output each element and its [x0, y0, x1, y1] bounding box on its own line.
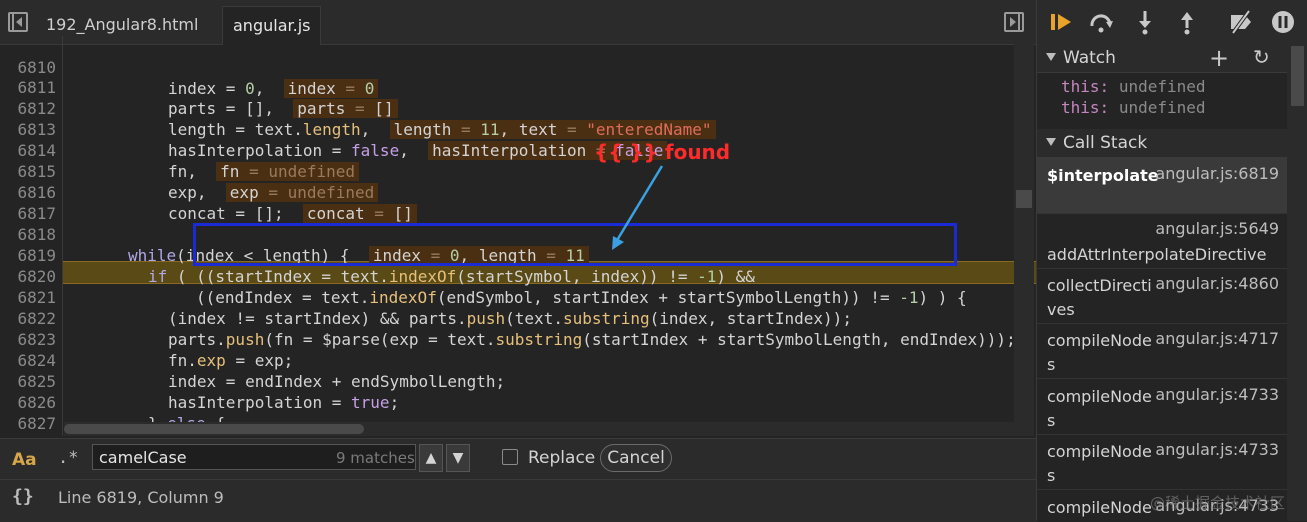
code-line: 6811 parts = [], parts = []	[0, 56, 1036, 118]
code-line: 6823 fn.exp = exp;	[17, 330, 294, 370]
collapse-triangle-icon	[1046, 53, 1056, 61]
call-stack-section-header[interactable]: Call Stack	[1037, 129, 1307, 158]
chevron-up-icon: ▲	[425, 450, 437, 466]
horizontal-scrollbar[interactable]	[64, 422, 1014, 436]
code-line: 6817	[17, 204, 56, 223]
toggle-navigator-icon[interactable]	[8, 12, 28, 32]
cancel-button[interactable]: Cancel	[600, 444, 672, 472]
watermark: @稀土掘金技术社区	[1150, 494, 1286, 512]
call-frame[interactable]: collectDirectives angular.js:4860	[1037, 268, 1287, 324]
match-case-toggle[interactable]: Aa	[12, 450, 37, 470]
code-line: 6822 parts.push(fn = $parse(exp = text.s…	[17, 309, 1016, 349]
scrollbar-thumb[interactable]	[64, 424, 364, 434]
status-bar: {} Line 6819, Column 9	[0, 479, 1036, 522]
code-line: 6821 (index != startIndex) && parts.push…	[17, 288, 852, 328]
step-into-icon[interactable]	[1131, 8, 1159, 36]
next-match-button[interactable]: ▼	[446, 444, 470, 472]
watch-section-header[interactable]: Watch + ↻	[1037, 44, 1307, 73]
code-line: 6825 hasInterpolation = true;	[17, 372, 400, 412]
search-bar: Aa .* 9 matches ▲ ▼ Replace Cancel	[0, 438, 1036, 479]
call-frame[interactable]: $interpolate angular.js:6819	[1037, 158, 1287, 214]
source-editor: 192_Angular8.html angular.js 6810 index …	[0, 0, 1036, 522]
scrollbar-thumb[interactable]	[1291, 46, 1304, 106]
step-out-icon[interactable]	[1173, 8, 1201, 36]
annotation-arrow	[612, 165, 664, 250]
watch-item[interactable]: this: undefined	[1061, 98, 1206, 117]
highlight-box	[193, 223, 957, 266]
code-line: 6814 fn, fn = undefined	[0, 119, 1036, 181]
code-line: 6813 hasInterpolation = false, hasInterp…	[0, 98, 1036, 160]
debugger-sidebar: Watch + ↻ this: undefined this: undefine…	[1036, 0, 1307, 521]
match-count: 9 matches	[336, 449, 415, 467]
watch-item[interactable]: this: undefined	[1061, 77, 1206, 96]
pretty-print-button[interactable]: {}	[12, 486, 34, 507]
step-over-icon[interactable]	[1087, 8, 1115, 36]
call-frame[interactable]: compileNodes angular.js:4717	[1037, 323, 1287, 379]
sidebar-scrollbar[interactable]	[1287, 44, 1307, 521]
add-watch-icon[interactable]: +	[1209, 44, 1229, 72]
previous-match-button[interactable]: ▲	[419, 444, 443, 472]
code-line: 6815 exp, exp = undefined	[0, 140, 1036, 202]
chevron-down-icon: ▼	[452, 450, 464, 466]
code-line: 6812 length = text.length, length = 11, …	[0, 77, 1036, 139]
code-line: 6824 index = endIndex + endSymbolLength;	[17, 351, 506, 391]
deactivate-breakpoints-icon[interactable]	[1227, 8, 1255, 36]
scrollbar-thumb[interactable]	[1016, 190, 1032, 208]
refresh-icon[interactable]: ↻	[1253, 45, 1270, 69]
replace-checkbox[interactable]	[502, 449, 518, 465]
replace-label: Replace	[528, 448, 596, 468]
call-frame[interactable]: addAttrInterpolateDirective angular.js:5…	[1037, 213, 1287, 269]
collapse-triangle-icon	[1046, 138, 1056, 146]
call-frame[interactable]: compileNodes angular.js:4733	[1037, 379, 1287, 435]
vertical-scrollbar[interactable]	[1014, 44, 1034, 436]
code-line: 6810 index = 0, index = 0	[0, 36, 1036, 98]
debugger-toolbar	[1037, 0, 1307, 45]
code-line: 6818 while(index < length) { index = 0, …	[0, 203, 1036, 265]
code-line: 6826 } else {	[17, 393, 225, 433]
resume-icon[interactable]	[1047, 8, 1075, 36]
code-line: 6827 // we did not find anything, so we …	[17, 414, 929, 436]
toggle-debugger-icon[interactable]	[1004, 12, 1024, 32]
regex-toggle[interactable]: .*	[58, 448, 78, 468]
cursor-position: Line 6819, Column 9	[58, 488, 224, 507]
pause-on-exceptions-icon[interactable]	[1269, 8, 1297, 36]
code-line: 6816 concat = []; concat = []	[0, 161, 1036, 223]
call-frame[interactable]: compileNodes angular.js:4733	[1037, 434, 1287, 490]
